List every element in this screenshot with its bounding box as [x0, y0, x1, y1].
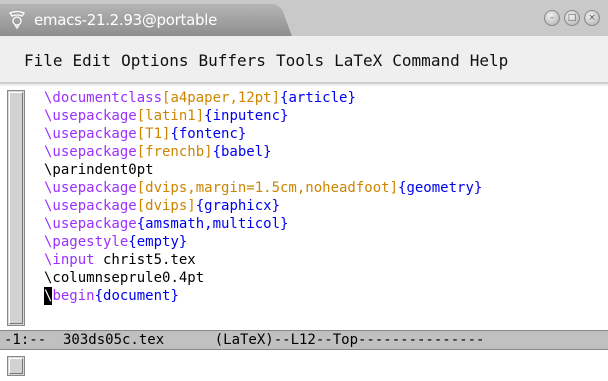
- vertical-scrollbar[interactable]: [7, 90, 25, 326]
- code-line: \begin{document}: [44, 287, 482, 305]
- code-token: begin: [52, 288, 95, 304]
- title-bar[interactable]: emacs-21.2.93@portable – □ ×: [0, 0, 608, 36]
- menu-latex[interactable]: LaTeX: [334, 51, 382, 70]
- mode-line-text: -1:-- 303ds05c.tex (LaTeX)--L12--Top----…: [4, 332, 485, 348]
- code-token: christ5.tex: [94, 252, 196, 268]
- code-token: \columnseprule: [44, 270, 163, 286]
- code-token: \usepackage: [44, 180, 137, 196]
- scrollbar-thumb[interactable]: [9, 92, 23, 324]
- emacs-app-icon: [9, 10, 25, 29]
- title-tab: emacs-21.2.93@portable: [0, 4, 276, 36]
- menu-buffers[interactable]: Buffers: [199, 51, 266, 70]
- code-line: \usepackage[T1]{fontenc}: [44, 125, 482, 143]
- code-token: [frenchb]: [136, 144, 213, 160]
- code-token: [dvips,margin=1.5cm,noheadfoot]: [136, 180, 399, 196]
- code-token: \usepackage: [44, 126, 137, 142]
- menu-bar: File Edit Options Buffers Tools LaTeX Co…: [0, 42, 608, 84]
- menu: File Edit Options Buffers Tools LaTeX Co…: [0, 51, 518, 70]
- maximize-icon: □: [567, 13, 577, 23]
- code-line: \input christ5.tex: [44, 251, 482, 269]
- code-token: [T1]: [136, 126, 171, 142]
- code-line: \usepackage[dvips]{graphicx}: [44, 197, 482, 215]
- code-token: {babel}: [212, 144, 272, 160]
- code-token: [a4paper,12pt]: [162, 90, 281, 106]
- menu-tools[interactable]: Tools: [276, 51, 324, 70]
- code-line: \documentclass[a4paper,12pt]{article}: [44, 89, 482, 107]
- code-token: {article}: [280, 90, 356, 106]
- menu-command[interactable]: Command: [392, 51, 459, 70]
- code-token: {amsmath,multicol}: [136, 216, 289, 232]
- code-line: \usepackage[dvips,margin=1.5cm,noheadfoo…: [44, 179, 482, 197]
- code-token: {fontenc}: [170, 126, 247, 142]
- editor-buffer[interactable]: \documentclass[a4paper,12pt]{article} \us…: [0, 86, 608, 330]
- minimize-button[interactable]: –: [544, 10, 560, 26]
- close-icon: ×: [588, 13, 596, 23]
- code-token: 0pt: [128, 162, 154, 178]
- window-title: emacs-21.2.93@portable: [34, 11, 218, 29]
- code-token: \input: [44, 252, 95, 268]
- minibuffer[interactable]: [0, 350, 608, 381]
- code-token: \usepackage: [44, 198, 137, 214]
- code-token: \usepackage: [44, 108, 137, 124]
- buffer-text[interactable]: \documentclass[a4paper,12pt]{article} \us…: [44, 89, 482, 305]
- code-token: \documentclass: [44, 90, 163, 106]
- minibuffer-scrollbar[interactable]: [7, 356, 25, 376]
- minibuffer-scroll-thumb[interactable]: [9, 358, 23, 374]
- maximize-button[interactable]: □: [564, 10, 580, 26]
- code-line: \columnseprule0.4pt: [44, 269, 482, 287]
- minimize-icon: –: [549, 13, 555, 23]
- emacs-window: emacs-21.2.93@portable – □ × File Edit O…: [0, 0, 608, 381]
- menu-options[interactable]: Options: [121, 51, 188, 70]
- code-token: {graphicx}: [195, 198, 281, 214]
- code-line: \usepackage[frenchb]{babel}: [44, 143, 482, 161]
- code-token: \parindent: [44, 162, 129, 178]
- code-token: [latin1]: [136, 108, 205, 124]
- code-token: [dvips]: [136, 198, 196, 214]
- menu-file[interactable]: File: [24, 51, 63, 70]
- code-line: \parindent0pt: [44, 161, 482, 179]
- close-button[interactable]: ×: [584, 10, 600, 26]
- code-token: {empty}: [128, 234, 188, 250]
- code-token: \usepackage: [44, 144, 137, 160]
- menu-help[interactable]: Help: [470, 51, 509, 70]
- code-token: \usepackage: [44, 216, 137, 232]
- code-token: \pagestyle: [44, 234, 129, 250]
- code-token: {document}: [94, 288, 179, 304]
- code-token: {inputenc}: [204, 108, 289, 124]
- code-line: \usepackage[latin1]{inputenc}: [44, 107, 482, 125]
- code-line: \pagestyle{empty}: [44, 233, 482, 251]
- code-line: \usepackage{amsmath,multicol}: [44, 215, 482, 233]
- mode-line: -1:-- 303ds05c.tex (LaTeX)--L12--Top----…: [0, 330, 608, 350]
- window-controls: – □ ×: [544, 10, 600, 26]
- code-token: 0.4pt: [162, 270, 205, 286]
- menu-edit[interactable]: Edit: [73, 51, 112, 70]
- code-token: {geometry}: [398, 180, 483, 196]
